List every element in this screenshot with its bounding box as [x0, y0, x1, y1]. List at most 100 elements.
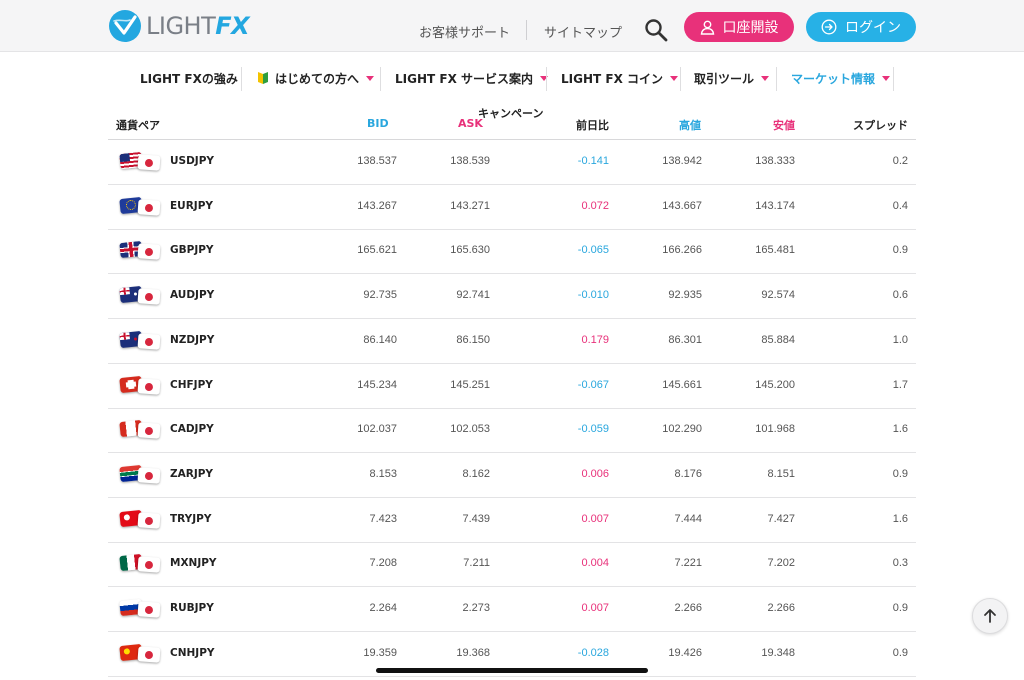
spread-cell: 1.6 — [892, 512, 908, 525]
beginner-mark-icon — [258, 72, 268, 84]
bid-cell: 7.208 — [369, 557, 397, 570]
currency-flags — [119, 554, 162, 576]
pair-cell: MXNJPY — [170, 557, 217, 570]
logo-mark-icon — [109, 10, 141, 42]
nav-item-market[interactable]: マーケット情報 — [791, 62, 891, 94]
high-cell: 7.221 — [674, 557, 702, 570]
table-row[interactable]: GBPJPY 165.621 165.630 -0.065 166.266 165.481… — [108, 229, 916, 275]
ask-cell: 92.741 — [456, 289, 490, 302]
login-label: ログイン — [845, 20, 901, 36]
login-arrow-icon — [821, 19, 837, 35]
scroll-top-button[interactable] — [972, 598, 1008, 634]
nav-item-beginners[interactable]: はじめての方へ — [257, 62, 375, 94]
spread-cell: 0.9 — [892, 467, 908, 480]
change-cell: -0.028 — [577, 646, 609, 659]
chevron-down-icon — [761, 76, 770, 81]
table-row[interactable]: EURJPY 143.267 143.271 0.072 143.667 143.174 0… — [108, 185, 916, 230]
site-header: LIGHTFX お客様サポート サイトマップ 口座開設 ログイン — [0, 0, 1024, 52]
table-row[interactable]: NZDJPY 86.140 86.150 0.179 86.301 85.884 1.0 — [108, 319, 916, 364]
sitemap-link[interactable]: サイトマップ — [544, 22, 622, 41]
spread-cell: 0.9 — [892, 244, 908, 257]
jp-flag-icon — [137, 556, 161, 574]
bid-cell: 138.537 — [357, 155, 397, 167]
spread-cell: 0.9 — [892, 602, 908, 614]
change-cell: 0.072 — [581, 199, 609, 212]
nav-item-services[interactable]: LIGHT FX サービス案内 — [395, 62, 548, 94]
nav-item-coin[interactable]: LIGHT FX コイン — [561, 62, 678, 94]
high-cell: 86.301 — [668, 333, 702, 346]
change-cell: 0.004 — [581, 557, 609, 570]
high-cell: 145.661 — [662, 378, 702, 391]
spread-cell: 0.3 — [892, 557, 908, 570]
logo-text: LIGHTFX — [146, 12, 250, 40]
low-cell: 92.574 — [761, 289, 795, 302]
currency-flags — [119, 509, 162, 532]
spread-cell: 1.6 — [892, 423, 908, 436]
pair-cell: GBPJPY — [170, 244, 214, 257]
bid-cell: 145.234 — [357, 378, 397, 391]
bid-cell: 2.264 — [369, 602, 397, 614]
high-cell: 7.444 — [674, 512, 702, 525]
bid-cell: 8.153 — [369, 467, 397, 480]
jp-flag-icon — [137, 422, 161, 439]
jp-flag-icon — [137, 645, 161, 663]
bid-cell: 143.267 — [357, 199, 397, 212]
nav-item-tools[interactable]: 取引ツール — [694, 62, 770, 94]
table-row[interactable]: ZARJPY 8.153 8.162 0.006 8.176 8.151 0.9 — [108, 453, 916, 498]
change-cell: 0.006 — [581, 467, 609, 480]
login-button[interactable]: ログイン — [806, 12, 916, 42]
currency-flags — [119, 285, 162, 308]
jp-flag-icon — [137, 154, 161, 171]
open-account-button[interactable]: 口座開設 — [684, 12, 794, 42]
pair-cell: NZDJPY — [170, 333, 215, 346]
logo[interactable]: LIGHTFX — [108, 9, 250, 43]
ask-cell: 7.211 — [463, 557, 490, 570]
currency-flags — [119, 598, 162, 621]
table-row[interactable]: TRYJPY 7.423 7.439 0.007 7.444 7.427 1.6 — [108, 498, 916, 543]
bid-cell: 19.359 — [363, 646, 397, 659]
search-icon[interactable] — [643, 17, 669, 43]
spread-cell: 1.7 — [892, 378, 908, 391]
pair-cell: AUDJPY — [170, 289, 215, 302]
table-row[interactable]: CHFJPY 145.234 145.251 -0.067 145.661 145.200… — [108, 364, 916, 409]
high-cell: 166.266 — [662, 244, 702, 257]
pair-cell: USDJPY — [170, 155, 215, 167]
currency-flags — [119, 330, 162, 353]
jp-flag-icon — [137, 467, 161, 484]
low-cell: 2.266 — [767, 602, 795, 614]
change-cell: -0.141 — [577, 155, 609, 167]
table-row[interactable]: CADJPY 102.037 102.053 -0.059 102.290 101.968… — [108, 408, 916, 454]
nav-divider — [380, 67, 381, 91]
currency-flags — [119, 420, 162, 442]
table-row[interactable]: MXNJPY 7.208 7.211 0.004 7.221 7.202 0.3 — [108, 542, 916, 588]
nav-item-label: 取引ツール — [694, 71, 755, 86]
nav-item-label: LIGHT FX サービス案内 — [395, 71, 533, 86]
high-cell: 102.290 — [662, 423, 702, 436]
bid-cell: 7.423 — [369, 512, 397, 525]
ask-cell: 165.630 — [450, 244, 490, 257]
currency-flags — [119, 151, 162, 174]
pair-cell: CADJPY — [170, 423, 214, 436]
currency-flags — [119, 196, 162, 219]
nav-divider — [893, 67, 894, 91]
table-row[interactable]: USDJPY 138.537 138.539 -0.141 138.942 138.333… — [108, 140, 916, 185]
nav-divider — [546, 67, 547, 91]
ask-cell: 86.150 — [456, 333, 490, 346]
change-cell: 0.007 — [581, 512, 609, 525]
support-link[interactable]: お客様サポート — [419, 22, 510, 41]
nav-item-strengths[interactable]: LIGHT FXの強み — [140, 62, 238, 94]
jp-flag-icon — [137, 333, 161, 350]
nav-divider — [776, 67, 777, 91]
col-header-spread: スプレッド — [853, 119, 908, 132]
jp-flag-icon — [137, 511, 161, 529]
table-row[interactable]: RUBJPY 2.264 2.273 0.007 2.266 2.266 0.9 — [108, 587, 916, 632]
high-cell: 8.176 — [674, 467, 702, 480]
ask-cell: 143.271 — [450, 199, 490, 212]
table-row[interactable]: AUDJPY 92.735 92.741 -0.010 92.935 92.574 0.6 — [108, 274, 916, 320]
ask-cell: 102.053 — [450, 423, 490, 436]
ask-cell: 19.368 — [456, 646, 490, 659]
change-cell: 0.007 — [581, 602, 609, 614]
col-header-low: 安値 — [773, 119, 795, 132]
spread-cell: 0.2 — [892, 155, 908, 167]
arrow-up-icon — [984, 609, 996, 623]
